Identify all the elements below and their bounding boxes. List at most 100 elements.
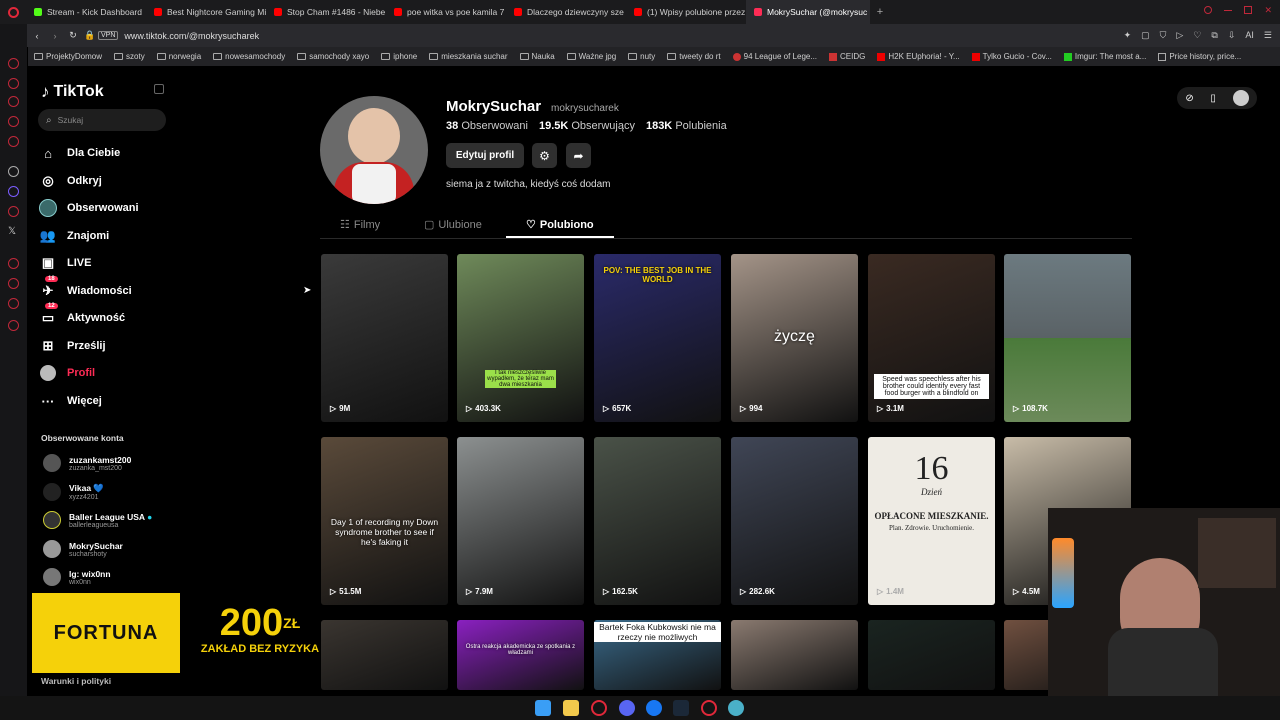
url-field[interactable]: www.tiktok.com/@mokrysucharek — [124, 31, 259, 41]
nav-upload[interactable]: ⊞ Prześlij — [39, 337, 106, 355]
phone-icon[interactable]: ▯ — [1210, 93, 1216, 104]
minimize-icon[interactable] — [1224, 10, 1233, 11]
tiktok-logo[interactable]: ♪ TikTok — [41, 82, 104, 102]
opera-logo-icon[interactable] — [0, 0, 26, 24]
search-box[interactable]: ⌕ Szukaj — [38, 109, 166, 131]
collapse-sidebar-icon[interactable] — [154, 84, 164, 94]
bookmark-item[interactable]: 94 League of Lege... — [732, 52, 817, 61]
rail-shop-icon[interactable] — [8, 96, 19, 107]
bookmark-item[interactable]: Imgur: The most a... — [1063, 52, 1146, 61]
rail-history-icon[interactable] — [8, 58, 19, 69]
share-icon[interactable]: ➦ — [566, 143, 591, 168]
video-thumbnail[interactable]: ▷ 108.7K — [1004, 254, 1131, 422]
settings-gear-icon[interactable]: ⚙ — [532, 143, 557, 168]
rail-x-icon[interactable]: 𝕏 — [8, 226, 16, 237]
terms-link[interactable]: Warunki i polityki — [41, 676, 111, 686]
nav-more[interactable]: ··· Więcej — [39, 392, 102, 410]
rail-twitch-icon[interactable] — [8, 186, 19, 197]
close-window-icon[interactable]: ✕ — [1264, 6, 1272, 15]
heart-icon[interactable]: ♡ — [1193, 30, 1201, 41]
shield-icon[interactable]: ⛉ — [1160, 30, 1167, 41]
download-icon[interactable]: ⇩ — [1228, 30, 1236, 41]
profile-avatar[interactable] — [320, 96, 428, 204]
play-icon[interactable]: ▷ — [1176, 30, 1183, 41]
reload-icon[interactable]: ↻ — [64, 30, 82, 41]
video-thumbnail[interactable]: Day 1 of recording my Down syndrome brot… — [321, 437, 448, 605]
rail-app-icon[interactable] — [8, 278, 19, 289]
nav-live[interactable]: ▣ LIVE — [39, 254, 92, 272]
bookmark-item[interactable]: CEIDG — [829, 52, 865, 61]
nav-following[interactable]: Obserwowani — [39, 199, 139, 217]
video-thumbnail[interactable]: ▷ 9M — [321, 254, 448, 422]
rail-app-icon[interactable] — [8, 116, 19, 127]
bookmark-item[interactable]: iphone — [381, 52, 417, 61]
rail-messenger-icon[interactable] — [8, 78, 19, 89]
video-thumbnail[interactable] — [731, 620, 858, 690]
followed-account[interactable]: Vikaa 💙 xyzz4201 — [43, 483, 104, 501]
extensions-icon[interactable]: ⧉ — [1211, 30, 1217, 41]
edit-profile-button[interactable]: Edytuj profil — [446, 143, 524, 168]
bookmark-item[interactable]: Price history, price... — [1158, 52, 1241, 61]
nav-profile[interactable]: Profil — [39, 364, 95, 382]
video-thumbnail[interactable] — [868, 620, 995, 690]
bookmark-item[interactable]: nuty — [628, 52, 655, 61]
nav-for-you[interactable]: ⌂ Dla Ciebie — [39, 144, 120, 162]
video-thumbnail[interactable]: życzę ▷ 994 — [731, 254, 858, 422]
coins-icon[interactable]: ⊘ — [1185, 93, 1193, 104]
rail-app-icon[interactable] — [8, 298, 19, 309]
bookmark-item[interactable]: norwegia — [156, 52, 201, 61]
video-thumbnail[interactable]: ▷ 7.9M — [457, 437, 584, 605]
followed-account[interactable]: lg: wix0nn wix0nn — [43, 568, 111, 586]
snapshot-icon[interactable]: ▢ — [1141, 30, 1150, 41]
video-thumbnail[interactable]: ▷ 162.5K — [594, 437, 721, 605]
nav-friends[interactable]: 👥 Znajomi — [39, 227, 109, 245]
video-thumbnail[interactable]: I tak nieszczęśliwie wypadłem, że teraz … — [457, 254, 584, 422]
new-tab-button[interactable]: + — [870, 6, 890, 18]
opera-gx-icon[interactable] — [701, 700, 717, 716]
user-avatar[interactable] — [1232, 90, 1249, 106]
browser-tab[interactable]: Dlaczego dziewczyny sze — [506, 0, 626, 24]
back-icon[interactable]: ‹ — [28, 31, 46, 41]
followed-account[interactable]: Baller League USA ● ballerleagueusa — [43, 511, 152, 529]
bookmark-icon[interactable]: ✦ — [1124, 30, 1132, 41]
bookmark-item[interactable]: H2K EUphoria! - Y... — [877, 52, 960, 61]
video-thumbnail[interactable]: Speed was speechless after his brother c… — [868, 254, 995, 422]
browser-tab[interactable]: poe witka vs poe kamila 7 — [386, 0, 506, 24]
followed-account[interactable]: MokrySuchar sucharshoty — [43, 540, 123, 558]
followed-account[interactable]: zuzankamst200 zuzanka_mst200 — [43, 454, 131, 472]
video-thumbnail[interactable]: Bartek Foka Kubkowski nie ma rzeczy nie … — [594, 620, 721, 690]
rail-chatgpt-icon[interactable] — [8, 166, 19, 177]
video-thumbnail[interactable]: POV: THE BEST JOB IN THE WORLD ▷ 657K — [594, 254, 721, 422]
nav-activity[interactable]: ▭ 12 Aktywność — [39, 303, 125, 327]
vpn-badge[interactable]: VPN — [98, 31, 119, 40]
bookmark-item[interactable]: ProjektyDomow — [34, 52, 102, 61]
bookmark-item[interactable]: samochody xayo — [297, 52, 369, 61]
browser-tab-active[interactable]: MokrySuchar (@mokrysuc — [746, 0, 870, 24]
discord-icon[interactable] — [619, 700, 635, 716]
nav-messages[interactable]: ✈ 18 Wiadomości — [39, 276, 132, 300]
browser-tab[interactable]: Best Nightcore Gaming Mi — [146, 0, 266, 24]
bookmark-item[interactable]: Nauka — [519, 52, 555, 61]
rail-app-icon[interactable] — [8, 206, 19, 217]
video-thumbnail[interactable]: 16 Dzień OPŁACONE MIESZKANIE. Plan. Zdrowie… — [868, 437, 995, 605]
tab-liked[interactable]: ♡ Polubiono — [526, 218, 594, 232]
nav-explore[interactable]: ◎ Odkryj — [39, 172, 102, 190]
video-thumbnail[interactable] — [321, 620, 448, 690]
browser-tab[interactable]: Stream - Kick Dashboard — [26, 0, 146, 24]
forward-icon[interactable]: › — [46, 31, 64, 41]
rail-settings-icon[interactable] — [8, 320, 19, 331]
tab-favorites[interactable]: ▢ Ulubione — [424, 218, 482, 232]
bookmark-item[interactable]: tweety do rt — [667, 52, 721, 61]
bookmark-item[interactable]: nowesamochody — [213, 52, 285, 61]
facebook-icon[interactable] — [646, 700, 662, 716]
bookmark-item[interactable]: Tylko Gucio - Cov... — [971, 52, 1052, 61]
stat-following[interactable]: 38 Obserwowani — [446, 120, 528, 132]
browser-tab[interactable]: Stop Cham #1486 - Niebe — [266, 0, 386, 24]
bookmark-item[interactable]: mieszkania suchar — [429, 52, 508, 61]
tab-videos[interactable]: ☷ Filmy — [340, 218, 380, 232]
app-icon[interactable] — [728, 700, 744, 716]
ai-button[interactable]: AI — [1245, 30, 1254, 41]
browser-tab[interactable]: (1) Wpisy polubione przez — [626, 0, 746, 24]
menu-icon[interactable]: ☰ — [1264, 30, 1272, 41]
rail-app-icon[interactable] — [8, 258, 19, 269]
